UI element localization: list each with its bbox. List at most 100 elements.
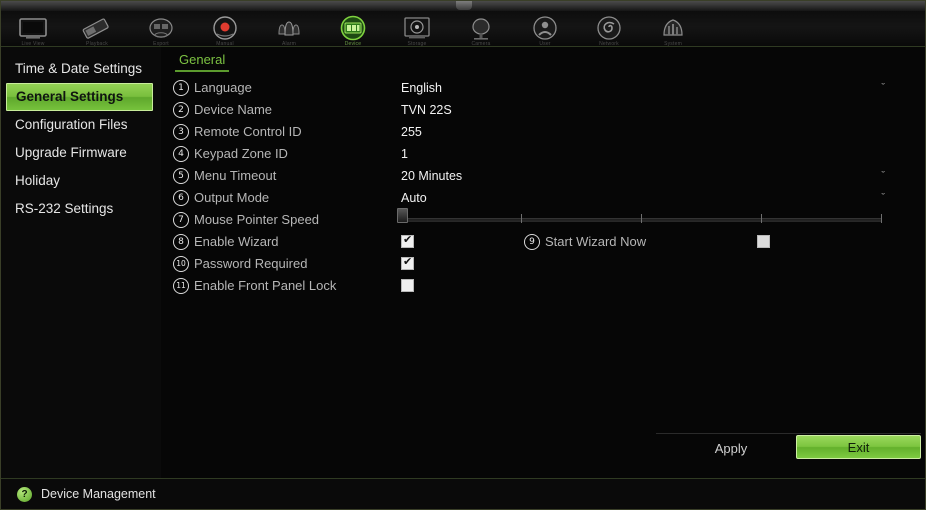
setting-label-text: Remote Control ID — [194, 124, 302, 139]
setting-value-device-name[interactable]: TVN 22S — [401, 99, 452, 121]
general-settings-form: 1 Language English ˇ 2 Device Name TVN 22S 3 Rem… — [161, 73, 925, 297]
setting-label-enable-wizard: 8 Enable Wizard — [173, 231, 279, 253]
main-toolbar: Live View Playback Export Manual Alarm Device… — [1, 11, 925, 47]
step-number-badge: 11 — [173, 278, 189, 294]
setting-label-text: Menu Timeout — [194, 168, 277, 183]
window-notch-handle — [456, 1, 472, 10]
setting-label-device-name: 2 Device Name — [173, 99, 272, 121]
alarm-bells-icon — [272, 14, 306, 44]
setting-row-enable-front-panel-lock: 11 Enable Front Panel Lock — [169, 275, 925, 297]
sidebar-item-holiday[interactable]: Holiday — [1, 167, 161, 195]
exit-button[interactable]: Exit — [796, 435, 921, 459]
setting-label-output-mode: 6 Output Mode — [173, 187, 269, 209]
start-wizard-label-text: Start Wizard Now — [545, 234, 647, 249]
setting-label-text: Keypad Zone ID — [194, 146, 288, 161]
settings-sidebar: Time & Date Settings General Settings Conf… — [1, 47, 161, 479]
chevron-down-icon[interactable]: ˇ — [881, 165, 885, 187]
toolbar-item-storage-disk[interactable]: Storage — [385, 11, 449, 47]
setting-row-language: 1 Language English ˇ — [169, 77, 925, 99]
toolbar-item-user-management[interactable]: User — [513, 11, 577, 47]
slider-tick — [761, 214, 762, 223]
setting-select-menu-timeout[interactable]: 20 Minutes — [401, 165, 462, 187]
tab-row: General — [161, 47, 925, 73]
setting-label-mouse-pointer-speed: 7 Mouse Pointer Speed — [173, 209, 319, 231]
setting-label-language: 1 Language — [173, 77, 252, 99]
toolbar-item-alarm-bells[interactable]: Alarm — [257, 11, 321, 47]
help-question-icon[interactable]: ? — [17, 486, 32, 502]
tab-general[interactable]: General — [175, 52, 230, 72]
settings-content-panel: General 1 Language English ˇ 2 Device Name TVN… — [161, 47, 925, 479]
button-bar-divider — [656, 433, 921, 434]
status-bar-label: Device Management — [41, 487, 156, 501]
step-number-badge: 8 — [173, 234, 189, 250]
setting-label-text: Output Mode — [194, 190, 270, 205]
user-management-icon — [528, 14, 562, 44]
setting-value-remote-control-id[interactable]: 255 — [401, 121, 422, 143]
apply-button[interactable]: Apply — [681, 437, 781, 459]
storage-disk-icon — [400, 14, 434, 44]
mouse-pointer-speed-slider[interactable] — [397, 208, 882, 229]
playback-icon — [80, 14, 114, 44]
slider-tick — [881, 214, 882, 223]
setting-select-language[interactable]: English — [401, 77, 442, 99]
step-number-badge: 6 — [173, 190, 189, 206]
setting-label-remote-control-id: 3 Remote Control ID — [173, 121, 302, 143]
sidebar-item-configuration-files[interactable]: Configuration Files — [1, 111, 161, 139]
action-button-bar: Apply Exit — [656, 433, 921, 459]
setting-row-enable-wizard: 8 Enable Wizard 9 Start Wizard Now — [169, 231, 925, 253]
export-archive-icon — [144, 14, 178, 44]
setting-label-text: Device Name — [194, 102, 273, 117]
nvr-settings-window: Live View Playback Export Manual Alarm Device… — [0, 0, 926, 510]
network-settings-icon — [592, 14, 626, 44]
step-number-badge: 1 — [173, 80, 189, 96]
chevron-down-icon[interactable]: ˇ — [881, 187, 885, 209]
window-body: Time & Date Settings General Settings Conf… — [1, 47, 925, 479]
step-number-badge: 5 — [173, 168, 189, 184]
slider-tick — [521, 214, 522, 223]
status-bar: ? Device Management — [1, 478, 925, 509]
sidebar-item-upgrade-firmware[interactable]: Upgrade Firmware — [1, 139, 161, 167]
step-number-badge: 2 — [173, 102, 189, 118]
toolbar-item-monitor-live-view[interactable]: Live View — [1, 11, 65, 47]
setting-select-output-mode[interactable]: Auto — [401, 187, 427, 209]
setting-row-device-name: 2 Device Name TVN 22S — [169, 99, 925, 121]
setting-label-text: Enable Wizard — [194, 234, 279, 249]
setting-row-menu-timeout: 5 Menu Timeout 20 Minutes ˇ — [169, 165, 925, 187]
setting-row-password-required: 10 Password Required — [169, 253, 925, 275]
device-management-icon — [336, 14, 370, 44]
sidebar-item-rs-232-settings[interactable]: RS-232 Settings — [1, 195, 161, 223]
checkbox-enable-front-panel-lock[interactable] — [401, 279, 414, 292]
slider-handle[interactable] — [397, 208, 408, 223]
sidebar-item-general-settings[interactable]: General Settings — [6, 83, 153, 111]
checkbox-start-wizard-now[interactable] — [757, 235, 770, 248]
step-number-badge: 3 — [173, 124, 189, 140]
toolbar-item-camera-setup[interactable]: Camera — [449, 11, 513, 47]
toolbar-item-device-management[interactable]: Device — [321, 11, 385, 47]
setting-label-password-required: 10 Password Required — [173, 253, 307, 275]
toolbar-item-system-info[interactable]: System — [641, 11, 705, 47]
chevron-down-icon[interactable]: ˇ — [881, 77, 885, 99]
setting-label-text: Mouse Pointer Speed — [194, 212, 320, 227]
toolbar-item-playback[interactable]: Playback — [65, 11, 129, 47]
setting-row-remote-control-id: 3 Remote Control ID 255 — [169, 121, 925, 143]
setting-label-text: Password Required — [194, 256, 308, 271]
camera-setup-icon — [464, 14, 498, 44]
record-manual-icon — [208, 14, 242, 44]
toolbar-item-record-manual[interactable]: Manual — [193, 11, 257, 47]
checkbox-enable-wizard[interactable] — [401, 234, 414, 248]
toolbar-item-export-archive[interactable]: Export — [129, 11, 193, 47]
step-number-badge: 4 — [173, 146, 189, 162]
setting-value-keypad-zone-id[interactable]: 1 — [401, 143, 408, 165]
setting-label-start-wizard-now: 9 Start Wizard Now — [524, 231, 646, 253]
step-number-badge: 7 — [173, 212, 189, 228]
setting-label-text: Language — [194, 80, 252, 95]
toolbar-item-network-settings[interactable]: Network — [577, 11, 641, 47]
setting-label-keypad-zone-id: 4 Keypad Zone ID — [173, 143, 288, 165]
setting-label-text: Enable Front Panel Lock — [194, 278, 337, 293]
step-number-badge: 9 — [524, 234, 540, 250]
sidebar-item-time-date-settings[interactable]: Time & Date Settings — [1, 55, 161, 83]
setting-row-output-mode: 6 Output Mode Auto ˇ — [169, 187, 925, 209]
monitor-live-view-icon — [16, 14, 50, 44]
checkbox-password-required[interactable] — [401, 256, 414, 270]
setting-label-enable-front-panel-lock: 11 Enable Front Panel Lock — [173, 275, 336, 297]
